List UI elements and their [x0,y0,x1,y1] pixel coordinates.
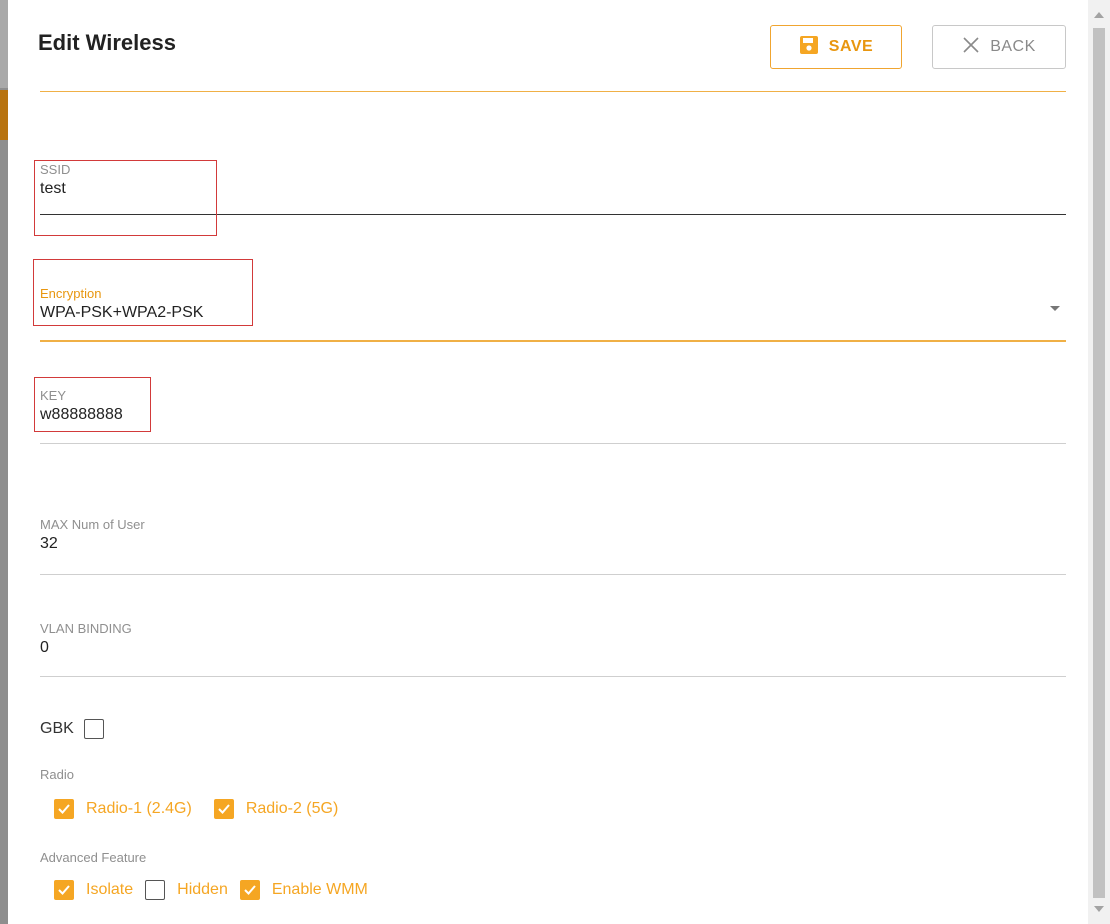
isolate-label[interactable]: Isolate [86,881,133,899]
back-button[interactable]: BACK [932,25,1066,69]
edit-wireless-dialog: Edit Wireless SAVE BACK SSID test Encryp… [8,0,1088,924]
close-icon [962,36,980,59]
advanced-section-label: Advanced Feature [40,850,147,865]
encryption-underline [40,340,1066,342]
vlan-underline [40,676,1066,677]
key-label: KEY [40,388,67,403]
vlan-field[interactable]: VLAN BINDING 0 [40,621,1066,677]
gbk-row: GBK [40,719,104,739]
vertical-scrollbar[interactable] [1088,0,1110,924]
save-icon [799,35,819,60]
encryption-highlight-box [33,259,253,326]
isolate-checkbox[interactable] [54,880,74,900]
enable-wmm-label[interactable]: Enable WMM [272,881,368,899]
radio-options: Radio-1 (2.4G) Radio-2 (5G) [54,799,360,819]
max-users-underline [40,574,1066,575]
gbk-checkbox[interactable] [83,719,104,739]
radio-1-label[interactable]: Radio-1 (2.4G) [86,800,192,818]
chevron-down-icon[interactable] [1050,306,1060,311]
vlan-input[interactable]: 0 [40,639,1066,657]
radio-section-label: Radio [40,767,74,782]
enable-wmm-checkbox[interactable] [239,880,260,900]
save-button-label: SAVE [828,38,874,55]
radio-2-label[interactable]: Radio-2 (5G) [246,800,338,818]
key-highlight-box [34,377,151,432]
gbk-label: GBK [40,720,74,737]
key-input[interactable]: w88888888 [40,406,1066,424]
dialog-title: Edit Wireless [38,30,176,55]
radio-1-checkbox[interactable] [54,799,74,819]
vlan-label: VLAN BINDING [40,621,132,636]
max-users-field[interactable]: MAX Num of User 32 [40,517,1066,575]
hidden-label[interactable]: Hidden [177,881,228,899]
radio-2-checkbox[interactable] [213,799,234,819]
save-button[interactable]: SAVE [770,25,902,69]
scroll-down-icon[interactable] [1094,906,1104,912]
scroll-up-icon[interactable] [1094,12,1104,18]
ssid-highlight-box [34,160,217,236]
scrollbar-thumb[interactable] [1093,28,1105,898]
key-underline [40,443,1066,444]
max-users-label: MAX Num of User [40,517,145,532]
advanced-options: Isolate Hidden Enable WMM [54,880,380,900]
hidden-checkbox[interactable] [145,880,166,900]
header-divider [40,91,1066,92]
back-button-label: BACK [990,38,1036,55]
max-users-input[interactable]: 32 [40,535,1066,553]
key-field[interactable]: KEY w88888888 [40,388,1066,444]
